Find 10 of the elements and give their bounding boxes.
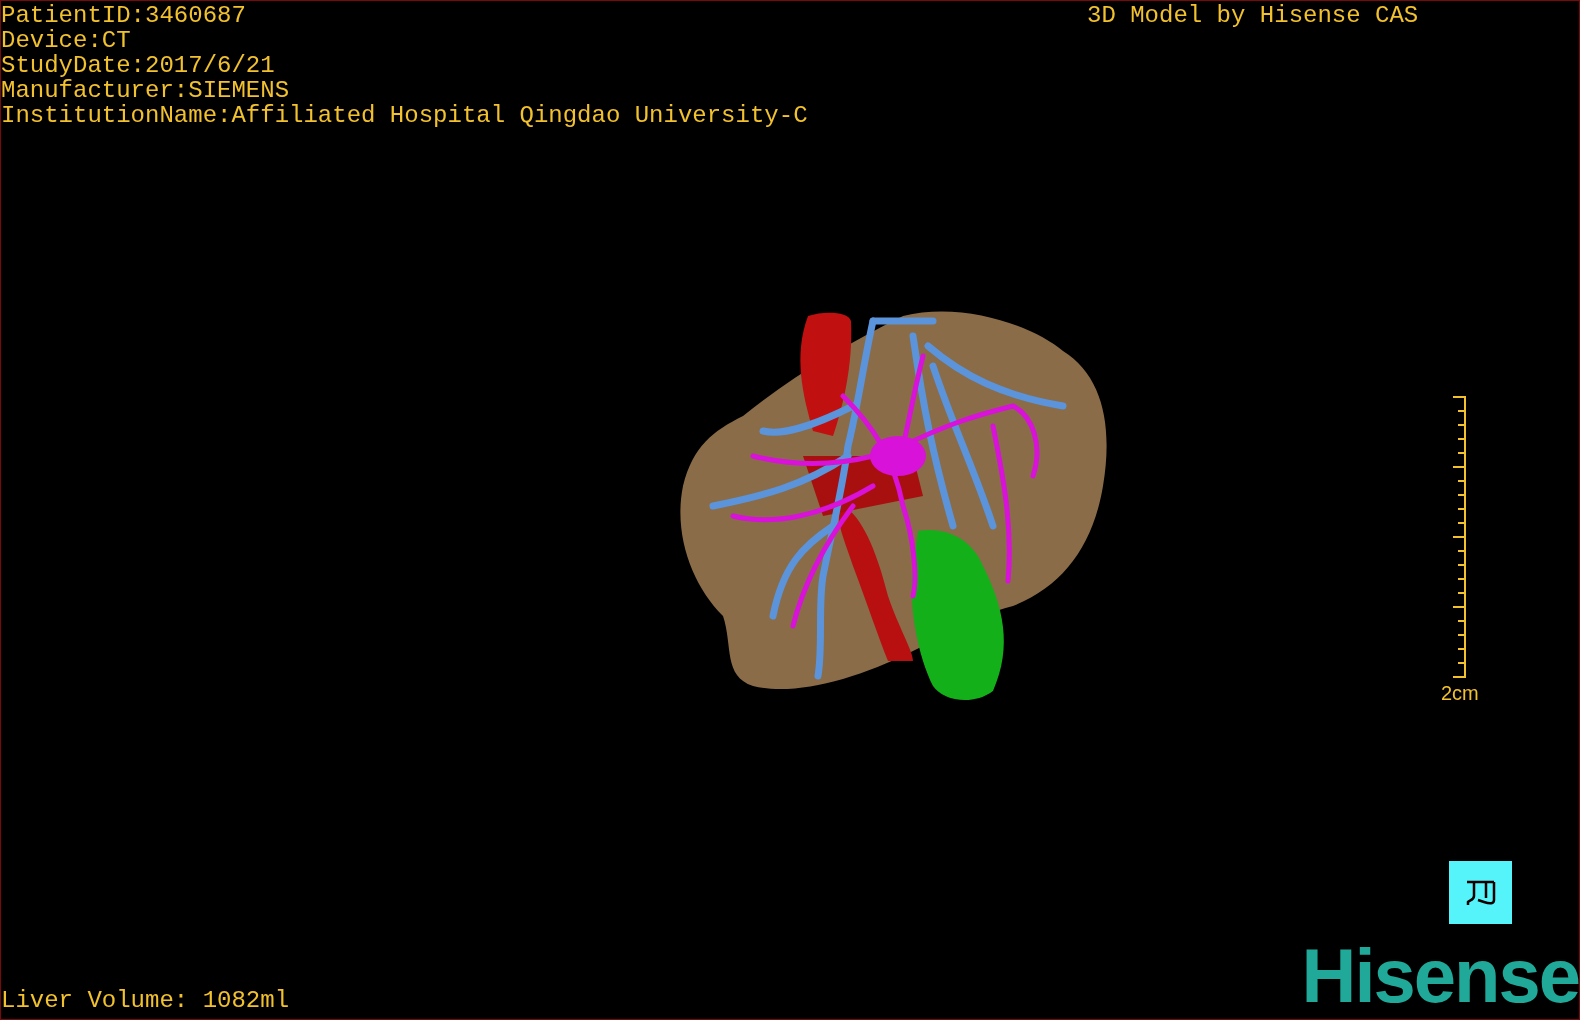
- info-line: StudyDate:2017/6/21: [1, 53, 276, 78]
- orientation-button[interactable]: [1449, 861, 1512, 924]
- model-title: 3D Model by Hisense CAS: [1087, 3, 1419, 28]
- info-line: Manufacturer:SIEMENS: [1, 78, 291, 103]
- info-line: PatientID:3460687: [1, 3, 247, 28]
- scale-label: 2cm: [1441, 682, 1479, 704]
- liver-volume: Liver Volume: 1082ml: [1, 988, 290, 1013]
- info-line: Device:CT: [1, 28, 132, 53]
- brand-logo: Hisense: [1301, 943, 1579, 1009]
- info-line: InstitutionName:Affiliated Hospital Qingdao University-C: [1, 103, 808, 128]
